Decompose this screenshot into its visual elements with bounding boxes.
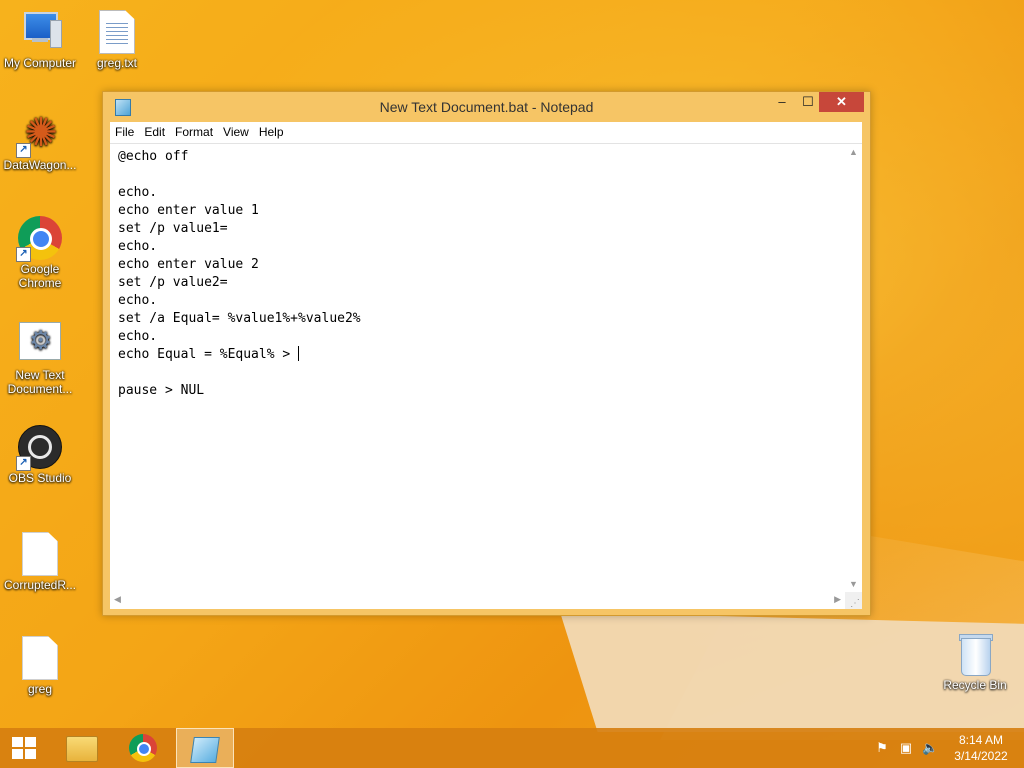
editor-line[interactable]: echo.: [118, 238, 838, 256]
taskbar: ⚑ ▣ 🔈 8:14 AM 3/14/2022: [0, 728, 1024, 768]
start-button[interactable]: [0, 728, 48, 768]
resize-grip-icon[interactable]: [845, 592, 862, 609]
desktop-icon-greg[interactable]: greg: [0, 636, 80, 696]
desktop-icon-label: greg: [27, 682, 53, 696]
blank-file-icon: [18, 532, 62, 576]
scroll-left-icon[interactable]: ◀: [114, 594, 121, 605]
menu-bar: File Edit Format View Help: [110, 122, 862, 143]
editor-line[interactable]: echo.: [118, 184, 838, 202]
shortcut-arrow-icon: ↗: [16, 143, 31, 158]
menu-format[interactable]: Format: [170, 122, 218, 143]
desktop-icon-label: New Text Document...: [7, 368, 73, 396]
chrome-icon: [129, 734, 157, 762]
chrome-icon: ↗: [16, 216, 62, 262]
desktop-icon-google-chrome[interactable]: ↗ Google Chrome: [0, 216, 80, 290]
text-cursor: [298, 346, 300, 361]
desktop-icon-my-computer[interactable]: My Computer: [0, 10, 80, 70]
batch-file-icon: ⚙: [18, 322, 62, 366]
shortcut-arrow-icon: ↗: [16, 456, 31, 471]
clock-date: 3/14/2022: [954, 749, 1008, 763]
shortcut-arrow-icon: ↗: [16, 247, 31, 262]
desktop-icon-obs-studio[interactable]: ↗ OBS Studio: [0, 425, 80, 485]
editor-line[interactable]: [118, 166, 838, 184]
recycle-bin-icon: [953, 632, 997, 676]
volume-muted-icon[interactable]: 🔈: [922, 740, 938, 756]
file-explorer-icon: [66, 736, 98, 762]
clock-time: 8:14 AM: [958, 733, 1004, 747]
editor-line[interactable]: @echo off: [118, 148, 838, 166]
action-center-flag-icon[interactable]: ⚑: [874, 740, 890, 756]
windows-logo-icon: [12, 737, 36, 759]
desktop-icon-label: greg.txt: [96, 56, 138, 70]
desktop-icon-label: CorruptedR...: [3, 578, 77, 592]
editor-line[interactable]: pause > NUL: [118, 382, 838, 400]
desktop-icon-label: OBS Studio: [8, 471, 72, 485]
computer-icon: [18, 10, 62, 54]
desktop-icon-label: Recycle Bin: [943, 678, 1007, 692]
editor-line[interactable]: set /a Equal= %value1%+%value2%: [118, 310, 838, 328]
window-title: New Text Document.bat - Notepad: [379, 99, 594, 115]
scroll-up-icon[interactable]: ▲: [845, 147, 862, 157]
menu-view[interactable]: View: [218, 122, 254, 143]
text-editor[interactable]: @echo off echo. echo enter value 1 set /p …: [110, 143, 862, 609]
menu-file[interactable]: File: [110, 122, 139, 143]
desktop-icon-recycle-bin[interactable]: Recycle Bin: [935, 632, 1015, 692]
editor-line[interactable]: echo Equal = %Equal% >: [118, 346, 838, 364]
desktop-icon-corrupted[interactable]: CorruptedR...: [0, 532, 80, 592]
editor-line[interactable]: set /p value2=: [118, 274, 838, 292]
taskbar-file-explorer[interactable]: [52, 728, 108, 768]
taskbar-chrome[interactable]: [115, 728, 171, 768]
desktop-icon-datawagon[interactable]: ✺ ↗ DataWagon...: [0, 112, 80, 172]
desktop-icon-label: My Computer: [3, 56, 77, 70]
menu-edit[interactable]: Edit: [139, 122, 170, 143]
editor-line[interactable]: [118, 364, 838, 382]
title-bar[interactable]: New Text Document.bat - Notepad – ☐ ✕: [103, 92, 870, 122]
editor-line[interactable]: echo.: [118, 328, 838, 346]
scroll-right-icon[interactable]: ▶: [834, 594, 841, 605]
blank-file-icon: [18, 636, 62, 680]
notepad-window: New Text Document.bat - Notepad – ☐ ✕ Fi…: [102, 91, 871, 616]
editor-line[interactable]: echo.: [118, 292, 838, 310]
menu-help[interactable]: Help: [254, 122, 289, 143]
system-clock[interactable]: 8:14 AM 3/14/2022: [948, 732, 1014, 764]
desktop-icon-greg-txt[interactable]: greg.txt: [77, 10, 157, 70]
datawagon-icon: ✺ ↗: [16, 112, 62, 158]
obs-icon: ↗: [16, 425, 62, 471]
editor-line[interactable]: set /p value1=: [118, 220, 838, 238]
desktop-icon-label: Google Chrome: [18, 262, 62, 290]
network-icon[interactable]: ▣: [898, 740, 914, 756]
desktop-icon-new-text-document[interactable]: ⚙ New Text Document...: [0, 322, 80, 396]
close-button[interactable]: ✕: [819, 92, 864, 112]
minimize-button[interactable]: –: [769, 92, 795, 112]
taskbar-notepad[interactable]: [176, 728, 234, 768]
notepad-icon: [190, 737, 220, 763]
horizontal-scrollbar[interactable]: ◀ ▶: [110, 592, 845, 609]
maximize-button[interactable]: ☐: [795, 92, 821, 112]
editor-line[interactable]: echo enter value 1: [118, 202, 838, 220]
editor-text[interactable]: @echo off echo. echo enter value 1 set /p …: [118, 148, 838, 586]
editor-line[interactable]: echo enter value 2: [118, 256, 838, 274]
vertical-scrollbar[interactable]: ▲ ▼: [845, 144, 862, 592]
desktop-icon-label: DataWagon...: [3, 158, 77, 172]
text-file-icon: [95, 10, 139, 54]
scroll-down-icon[interactable]: ▼: [845, 579, 862, 589]
